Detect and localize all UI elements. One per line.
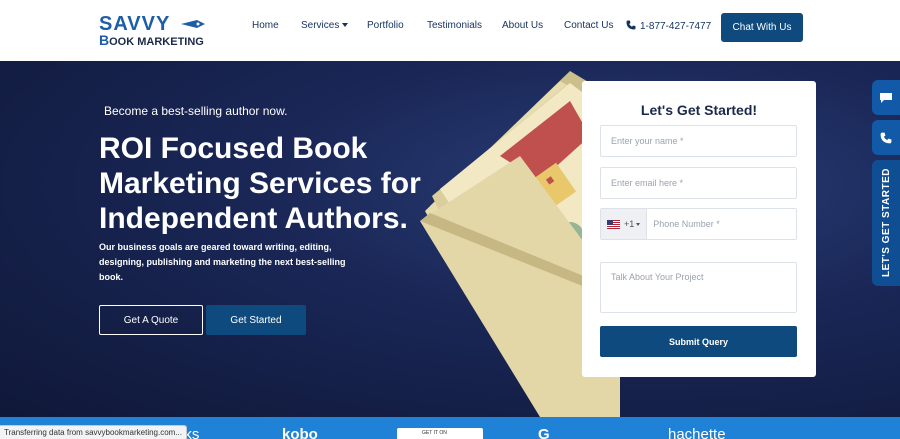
form-title: Let's Get Started! bbox=[640, 102, 758, 118]
country-code-select[interactable]: +1 bbox=[601, 209, 648, 239]
partner-logo-google: G bbox=[538, 426, 550, 439]
side-start-label: LET'S GET STARTED bbox=[880, 168, 892, 278]
nav-about-us[interactable]: About Us bbox=[502, 20, 543, 31]
hero-section: Become a best-selling author now. ROI Fo… bbox=[0, 61, 900, 417]
nav-home[interactable]: Home bbox=[252, 20, 279, 31]
nav-services[interactable]: Services bbox=[301, 20, 349, 31]
hero-title: ROI Focused Book Marketing Services for … bbox=[99, 132, 421, 235]
phone-icon bbox=[626, 20, 636, 30]
side-message-button[interactable] bbox=[872, 80, 900, 115]
partner-logo-hachette: hachette bbox=[668, 426, 726, 439]
nav-contact-us[interactable]: Contact Us bbox=[564, 20, 613, 31]
chevron-down-icon bbox=[342, 23, 349, 27]
phone-link[interactable]: 1-877-427-7477 bbox=[626, 20, 711, 32]
nav-portfolio[interactable]: Portfolio bbox=[367, 20, 404, 31]
us-flag-icon bbox=[607, 219, 620, 229]
partner-logo-kobo: kobo bbox=[282, 426, 318, 439]
brand-logo[interactable]: SAVVY BOOK MARKETING bbox=[99, 14, 214, 48]
chat-with-us-button[interactable]: Chat With Us bbox=[721, 13, 803, 42]
submit-query-button[interactable]: Submit Query bbox=[600, 326, 797, 357]
hero-description: Our business goals are geared toward wri… bbox=[99, 242, 346, 282]
nav-testimonials[interactable]: Testimonials bbox=[427, 20, 482, 31]
hero-tagline: Become a best-selling author now. bbox=[104, 104, 288, 118]
email-field[interactable]: Enter email here * bbox=[600, 167, 797, 199]
get-started-button[interactable]: Get Started bbox=[206, 305, 306, 335]
phone-icon bbox=[880, 132, 892, 143]
lead-form: Let's Get Started! Enter your name * Ent… bbox=[582, 81, 816, 377]
side-lets-get-started-button[interactable]: LET'S GET STARTED bbox=[872, 160, 900, 286]
chat-bubble-icon bbox=[880, 92, 892, 103]
logo-text-bottom: BOOK MARKETING bbox=[99, 32, 204, 48]
phone-placeholder: Phone Number * bbox=[653, 219, 720, 229]
top-navbar: SAVVY BOOK MARKETING Home Services Portf… bbox=[0, 0, 900, 61]
get-a-quote-button[interactable]: Get A Quote bbox=[99, 305, 203, 335]
logo-text-top: SAVVY bbox=[99, 13, 171, 35]
browser-status-bar: Transferring data from savvybookmarketin… bbox=[0, 425, 187, 439]
message-field[interactable]: Talk About Your Project bbox=[600, 262, 797, 313]
pen-icon bbox=[181, 20, 205, 28]
phone-field[interactable]: +1 Phone Number * bbox=[600, 208, 797, 240]
name-field[interactable]: Enter your name * bbox=[600, 125, 797, 157]
chevron-down-icon bbox=[636, 222, 641, 226]
google-play-badge: GET IT ON bbox=[397, 428, 483, 439]
side-call-button[interactable] bbox=[872, 120, 900, 155]
